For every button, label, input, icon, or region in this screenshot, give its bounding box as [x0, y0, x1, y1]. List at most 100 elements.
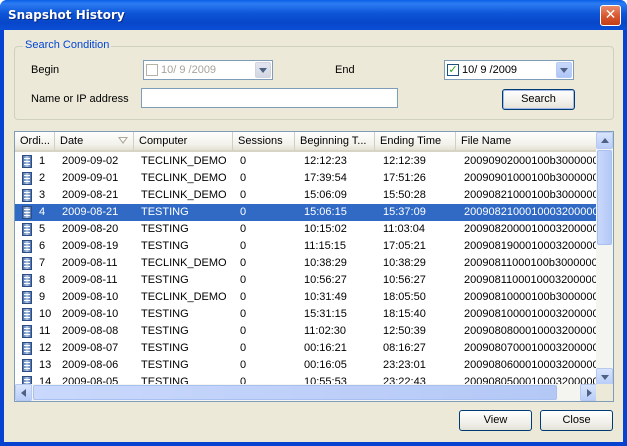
- table-row[interactable]: 9 2009-08-10 TECLINK_DEMO 0 10:31:49 18:05:50…: [15, 289, 597, 306]
- table-row[interactable]: 2 2009-09-01 TECLINK_DEMO 0 17:39:54 17:51:26…: [15, 170, 597, 187]
- window-title: Snapshot History: [8, 8, 125, 22]
- table-cell: 3: [39, 189, 46, 201]
- table-cell: 0: [240, 308, 247, 320]
- table-row[interactable]: 3 2009-08-21 TECLINK_DEMO 0 15:06:09 15:50:28…: [15, 187, 597, 204]
- table-cell: 0: [240, 223, 247, 235]
- table-row[interactable]: 8 2009-08-11 TESTING 0 10:56:27 10:56:27 20090…: [15, 272, 597, 289]
- table-row[interactable]: 7 2009-08-11 TECLINK_DEMO 0 10:38:29 10:38:29…: [15, 255, 597, 272]
- table-cell: 12:12:39: [383, 155, 426, 167]
- column-header-file-name[interactable]: File Name: [456, 132, 597, 150]
- view-button[interactable]: View: [459, 410, 532, 431]
- close-button[interactable]: Close: [540, 410, 613, 431]
- name-ip-input[interactable]: [141, 88, 398, 108]
- table-row[interactable]: 13 2009-08-06 TESTING 0 00:16:05 23:23:01 2009…: [15, 357, 597, 374]
- end-date-value: 10/ 9 /2009: [462, 64, 518, 76]
- dialog-body: Search Condition Begin 10/ 9 /2009 End ✓…: [4, 30, 623, 442]
- search-button[interactable]: Search: [502, 89, 575, 110]
- snapshot-file-icon: [22, 240, 32, 253]
- table-row[interactable]: 1 2009-09-02 TECLINK_DEMO 0 12:12:23 12:12:39…: [15, 153, 597, 170]
- table-cell: 18:15:40: [383, 308, 426, 320]
- table-row[interactable]: 6 2009-08-19 TESTING 0 11:15:15 17:05:21 20090…: [15, 238, 597, 255]
- table-cell: 17:39:54: [304, 172, 347, 184]
- scroll-left-button[interactable]: [15, 384, 32, 401]
- table-cell: 1: [39, 155, 46, 167]
- table-cell: 20090811000100b3000000: [464, 257, 597, 269]
- begin-date-value: 10/ 9 /2009: [161, 64, 217, 76]
- table-cell: 10:15:02: [304, 223, 347, 235]
- table-cell: 6: [39, 240, 46, 252]
- table-cell: 11:02:30: [304, 325, 347, 337]
- table-cell: 20090821000100b3000000: [464, 189, 597, 201]
- table-row[interactable]: 11 2009-08-08 TESTING 0 11:02:30 12:50:39 2009…: [15, 323, 597, 340]
- vertical-scroll-thumb[interactable]: [597, 150, 612, 245]
- column-header-ordinal[interactable]: Ordi...: [15, 132, 55, 150]
- end-date-picker[interactable]: ✓ 10/ 9 /2009: [444, 60, 574, 80]
- snapshot-file-icon: [22, 308, 32, 321]
- column-header-sessions[interactable]: Sessions: [233, 132, 295, 150]
- table-cell: 8: [39, 274, 46, 286]
- table-cell: 10:38:29: [383, 257, 426, 269]
- column-header-ending-time[interactable]: Ending Time: [375, 132, 456, 150]
- table-cell: 7: [39, 257, 46, 269]
- horizontal-scrollbar[interactable]: [15, 384, 597, 401]
- table-cell: TESTING: [141, 342, 189, 354]
- snapshot-list[interactable]: Ordi... Date Computer Sessions Beginning…: [14, 131, 614, 402]
- snapshot-file-icon: [22, 359, 32, 372]
- column-header-computer[interactable]: Computer: [134, 132, 233, 150]
- table-cell: 00:16:21: [304, 342, 347, 354]
- table-cell: 12:12:23: [304, 155, 347, 167]
- column-header-date-label: Date: [60, 135, 84, 147]
- table-cell: 5: [39, 223, 46, 235]
- snapshot-file-icon: [22, 223, 32, 236]
- table-cell: 17:51:26: [383, 172, 426, 184]
- begin-date-dropdown-button[interactable]: [255, 62, 271, 78]
- table-cell: 18:05:50: [383, 291, 426, 303]
- begin-date-checkbox[interactable]: [146, 64, 158, 76]
- table-cell: TECLINK_DEMO: [141, 172, 227, 184]
- column-header-beginning-time[interactable]: Beginning T...: [295, 132, 375, 150]
- snapshot-file-icon: [22, 342, 32, 355]
- table-cell: 20090810000100b3000000: [464, 291, 597, 303]
- table-cell: 10:56:27: [383, 274, 426, 286]
- table-cell: 20090901000100b3000000: [464, 172, 597, 184]
- table-cell: 2009-08-06: [62, 359, 119, 371]
- table-cell: 0: [240, 342, 247, 354]
- begin-label: Begin: [31, 64, 60, 76]
- table-cell: 2009-08-20: [62, 223, 119, 235]
- begin-date-picker[interactable]: 10/ 9 /2009: [143, 60, 273, 80]
- snapshot-file-icon: [22, 291, 32, 304]
- table-row[interactable]: 10 2009-08-10 TESTING 0 15:31:15 18:15:40 2009…: [15, 306, 597, 323]
- table-cell: TESTING: [141, 359, 189, 371]
- end-date-checkbox[interactable]: ✓: [447, 64, 459, 76]
- snapshot-history-window: Snapshot History ✕ Search Condition Begi…: [0, 0, 627, 446]
- table-cell: 00:16:05: [304, 359, 347, 371]
- table-cell: 2009-08-21: [62, 189, 119, 201]
- table-row[interactable]: 12 2009-08-07 TESTING 0 00:16:21 08:16:27 2009…: [15, 340, 597, 357]
- table-cell: 13: [39, 359, 52, 371]
- table-cell: 15:31:15: [304, 308, 347, 320]
- table-cell: 2009-08-10: [62, 291, 119, 303]
- table-cell: 2: [39, 172, 46, 184]
- table-cell: 10:31:49: [304, 291, 347, 303]
- snapshot-file-icon: [22, 189, 32, 202]
- scroll-down-button[interactable]: [596, 368, 613, 385]
- table-cell: 20090808000100032000000: [464, 325, 597, 337]
- scrollbar-corner: [596, 384, 613, 401]
- scroll-right-button[interactable]: [580, 384, 597, 401]
- table-cell: 20090819000100032000000: [464, 240, 597, 252]
- close-window-button[interactable]: ✕: [600, 5, 621, 26]
- table-cell: 10: [39, 308, 52, 320]
- horizontal-scroll-thumb[interactable]: [33, 385, 557, 400]
- end-date-dropdown-button[interactable]: [556, 62, 572, 78]
- table-cell: 2009-08-19: [62, 240, 119, 252]
- table-row[interactable]: 4 2009-08-21 TESTING 0 15:06:15 15:37:09 20090…: [15, 204, 597, 221]
- table-row[interactable]: 5 2009-08-20 TESTING 0 10:15:02 11:03:04 20090…: [15, 221, 597, 238]
- table-cell: 15:50:28: [383, 189, 426, 201]
- table-cell: 20090806000100032000000: [464, 359, 597, 371]
- scroll-up-button[interactable]: [596, 132, 613, 149]
- column-header-date[interactable]: Date: [55, 132, 134, 150]
- table-cell: 0: [240, 257, 247, 269]
- vertical-scrollbar[interactable]: [596, 132, 613, 385]
- title-bar[interactable]: Snapshot History ✕: [0, 0, 627, 30]
- name-ip-label: Name or IP address: [31, 93, 129, 105]
